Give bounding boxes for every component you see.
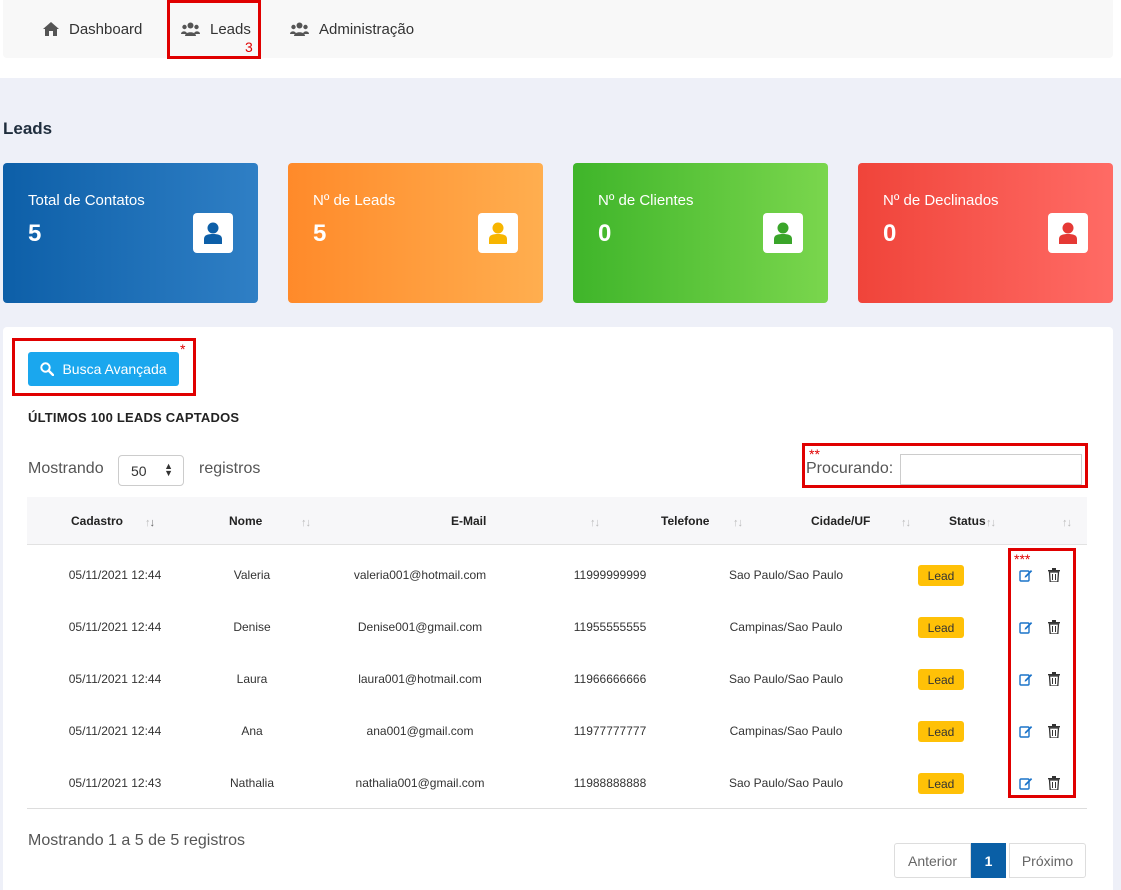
section-title: ÚLTIMOS 100 LEADS CAPTADOS [28,410,240,425]
cell-email: Denise001@gmail.com [357,620,483,634]
status-badge: Lead [918,565,964,586]
cell-cadastro: 05/11/2021 12:44 [68,672,162,686]
column-header-telefone[interactable]: Telefone [661,514,709,528]
page-length-select[interactable]: 50 ▲ ▼ [118,455,184,486]
nav-administracao[interactable]: Administração [290,0,414,58]
cell-email: ana001@gmail.com [366,724,474,738]
cell-email: laura001@hotmail.com [358,672,482,686]
card-label: Total de Contatos [28,192,145,209]
annotation-label-leads: 3 [245,39,253,55]
cell-telefone: 11977777777 [573,724,647,738]
sort-icon[interactable]: ↑↓ [301,517,311,529]
cell-email: nathalia001@gmail.com [355,776,485,790]
page-title: Leads [3,119,53,138]
annotation-label-filter: ** [809,446,820,462]
cell-cidade: Campinas/Sao Paulo [729,724,843,738]
column-header-status[interactable]: Status [949,514,986,528]
cell-cidade: Campinas/Sao Paulo [729,620,843,634]
column-header-cadastro[interactable]: Cadastro [71,514,123,528]
length-prefix: Mostrando [28,460,104,477]
card-clientes: Nº de Clientes 0 [573,163,828,303]
cell-nome: Ana [241,724,263,738]
users-icon [290,22,309,36]
annotation-label-search: * [180,341,186,357]
status-badge: Lead [918,721,964,742]
sort-icon[interactable]: ↑↓ [1062,517,1072,529]
cell-cadastro: 05/11/2021 12:44 [68,568,162,582]
card-value: 5 [313,220,327,247]
card-label: Nº de Leads [313,192,396,209]
sort-icon[interactable]: ↑↓ [145,517,155,529]
nav-dashboard[interactable]: Dashboard [43,0,142,58]
annotation-box-filter [802,443,1088,488]
length-suffix: registros [199,460,261,477]
cell-cadastro: 05/11/2021 12:43 [68,776,162,790]
annotation-label-actions: *** [1014,551,1031,567]
user-icon [763,213,803,253]
cell-email: valeria001@hotmail.com [353,568,487,582]
user-icon [193,213,233,253]
pagination-next[interactable]: Próximo [1009,843,1086,878]
cell-cadastro: 05/11/2021 12:44 [68,724,162,738]
page-length-value: 50 [131,462,147,479]
nav-dashboard-label: Dashboard [69,20,143,38]
pagination-page-1[interactable]: 1 [971,843,1006,878]
card-label: Nº de Declinados [883,192,999,209]
table-header [27,497,1087,545]
card-label: Nº de Clientes [598,192,694,209]
column-header-cidade[interactable]: Cidade/UF [811,514,870,528]
cell-telefone: 11988888888 [573,776,647,790]
cell-cidade: Sao Paulo/Sao Paulo [728,672,844,686]
column-header-email[interactable]: E-Mail [451,514,486,528]
cell-cadastro: 05/11/2021 12:44 [68,620,162,634]
updown-arrow-icon: ▲ ▼ [164,461,173,478]
cell-telefone: 11999999999 [573,568,647,582]
nav-administracao-label: Administração [319,20,415,38]
cell-cidade: Sao Paulo/Sao Paulo [728,776,844,790]
cell-cidade: Sao Paulo/Sao Paulo [728,568,844,582]
cell-nome: Nathalia [229,776,275,790]
sort-icon[interactable]: ↑↓ [901,517,911,529]
cell-nome: Denise [233,620,271,634]
cell-telefone: 11966666666 [573,672,647,686]
pagination-previous[interactable]: Anterior [894,843,971,878]
sort-icon[interactable]: ↑↓ [986,517,996,529]
card-value: 5 [28,220,42,247]
card-value: 0 [598,220,612,247]
cell-nome: Valeria [233,568,271,582]
sort-icon[interactable]: ↑↓ [733,517,743,529]
status-badge: Lead [918,617,964,638]
card-declinados: Nº de Declinados 0 [858,163,1113,303]
cell-telefone: 11955555555 [573,620,647,634]
card-leads: Nº de Leads 5 [288,163,543,303]
annotation-box-actions [1008,548,1076,798]
card-value: 0 [883,220,897,247]
card-total-contatos: Total de Contatos 5 [3,163,258,303]
annotation-box-search [12,338,196,396]
table-divider [27,808,1087,809]
cell-nome: Laura [236,672,268,686]
status-badge: Lead [918,669,964,690]
sort-icon[interactable]: ↑↓ [590,517,600,529]
table-info: Mostrando 1 a 5 de 5 registros [28,832,246,849]
status-badge: Lead [918,773,964,794]
user-icon [1048,213,1088,253]
user-icon [478,213,518,253]
home-icon [43,22,59,36]
column-header-nome[interactable]: Nome [229,514,262,528]
